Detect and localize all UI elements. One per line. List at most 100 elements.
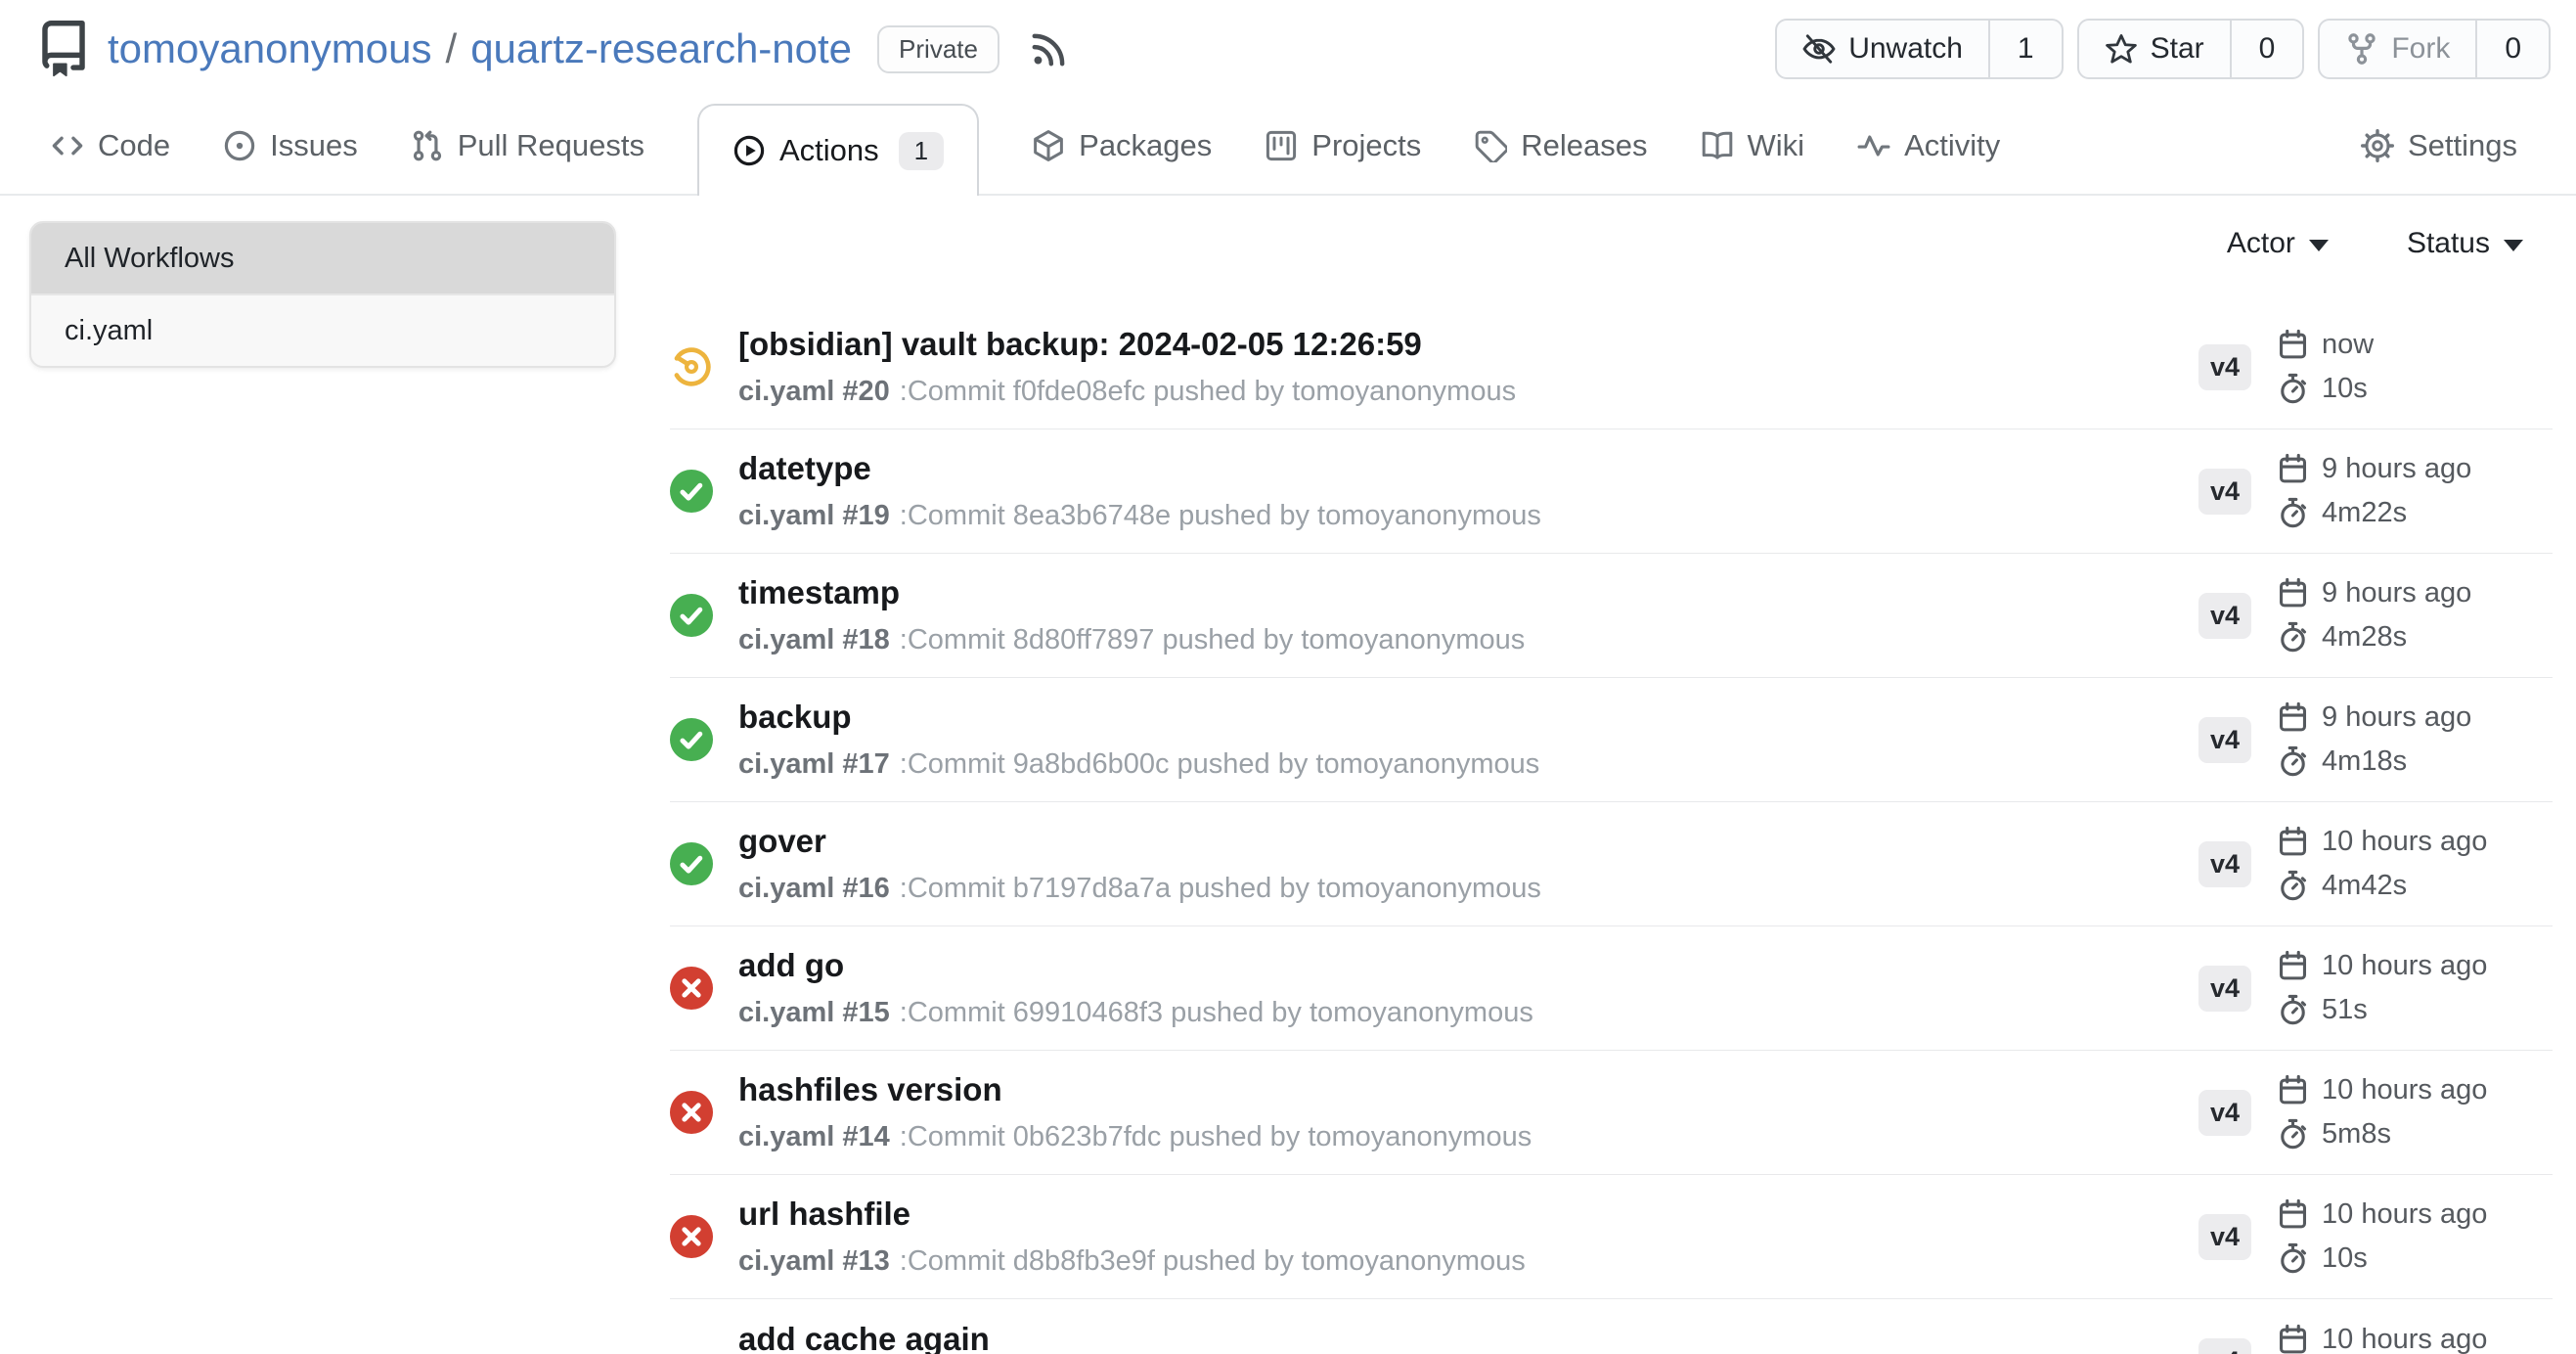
run-time: 9 hours ago (2322, 701, 2471, 734)
tab-settings[interactable]: Settings (2361, 128, 2517, 163)
stopwatch-icon (2277, 1242, 2309, 1275)
tab-label: Wiki (1748, 128, 1805, 163)
run-status-icon (670, 470, 713, 513)
run-duration: 10s (2322, 1242, 2368, 1275)
run-time-column: 10 hours ago 10s (2277, 1198, 2487, 1275)
run-title-link[interactable]: gover (738, 822, 2198, 861)
run-duration-line: 4m42s (2277, 870, 2487, 902)
fork-button[interactable]: Fork (2320, 21, 2475, 77)
tab-pull-requests[interactable]: Pull Requests (411, 128, 644, 163)
run-workflow-ref[interactable]: ci.yaml #18 (738, 624, 890, 655)
calendar-icon (2277, 1074, 2309, 1106)
run-status-icon (670, 345, 713, 388)
repo-name-link[interactable]: quartz-research-note (470, 25, 852, 72)
run-workflow-ref[interactable]: ci.yaml #13 (738, 1245, 890, 1277)
stars-count[interactable]: 0 (2230, 21, 2303, 77)
run-duration: 4m18s (2322, 745, 2407, 778)
run-duration-line: 4m22s (2277, 497, 2471, 529)
tab-packages[interactable]: Packages (1032, 128, 1212, 163)
private-badge: Private (877, 25, 999, 73)
run-started-line: 10 hours ago (2277, 1074, 2487, 1106)
forks-count[interactable]: 0 (2475, 21, 2549, 77)
run-meta: v4 10 hours ago (2198, 1324, 2553, 1354)
run-duration: 4m42s (2322, 870, 2407, 902)
workflow-run-row[interactable]: gover ci.yaml #16:Commit b7197d8a7a push… (670, 802, 2553, 926)
repo-owner-link[interactable]: tomoyanonymous (108, 25, 432, 72)
run-duration-line: 4m18s (2277, 745, 2471, 778)
sidebar-item-ci-yaml[interactable]: ci.yaml (31, 293, 614, 366)
run-time: 10 hours ago (2322, 1324, 2487, 1354)
version-badge: v4 (2198, 841, 2251, 887)
status-filter-dropdown[interactable]: Status (2407, 227, 2523, 260)
run-text: add cache again (738, 1320, 2198, 1354)
workflow-run-row[interactable]: url hashfile ci.yaml #13:Commit d8b8fb3e… (670, 1175, 2553, 1299)
run-title-link[interactable]: datetype (738, 449, 2198, 488)
fork-label: Fork (2391, 32, 2450, 66)
workflow-run-row[interactable]: timestamp ci.yaml #18:Commit 8d80ff7897 … (670, 554, 2553, 678)
run-title-link[interactable]: backup (738, 698, 2198, 737)
run-started-line: 9 hours ago (2277, 453, 2471, 485)
tab-activity[interactable]: Activity (1857, 128, 2000, 163)
github-actions-page: tomoyanonymous / quartz-research-note Pr… (0, 0, 2576, 1354)
run-meta: v4 9 hours ago 4m22s (2198, 453, 2553, 529)
star-label: Star (2151, 32, 2204, 66)
run-meta: v4 10 hours ago 51s (2198, 950, 2553, 1026)
calendar-icon (2277, 950, 2309, 982)
workflow-run-row[interactable]: hashfiles version ci.yaml #14:Commit 0b6… (670, 1051, 2553, 1175)
tab-projects[interactable]: Projects (1265, 128, 1421, 163)
run-workflow-ref[interactable]: ci.yaml #20 (738, 376, 890, 407)
run-workflow-ref[interactable]: ci.yaml #15 (738, 997, 890, 1028)
run-time: 10 hours ago (2322, 950, 2487, 982)
star-button[interactable]: Star (2079, 21, 2230, 77)
tab-label: Settings (2408, 128, 2517, 163)
workflow-run-row[interactable]: add cache again v4 10 hours ago (670, 1299, 2553, 1354)
tab-issues[interactable]: Pull Requests Issues (223, 128, 358, 163)
play-circle-icon (733, 134, 766, 167)
run-subtitle: ci.yaml #18:Commit 8d80ff7897 pushed by … (738, 622, 2198, 657)
tab-actions[interactable]: Actions 1 (697, 104, 979, 196)
run-time-column: 9 hours ago 4m18s (2277, 701, 2471, 778)
run-meta: v4 9 hours ago 4m28s (2198, 577, 2553, 654)
run-workflow-ref[interactable]: ci.yaml #17 (738, 748, 890, 780)
run-workflow-ref[interactable]: ci.yaml #16 (738, 873, 890, 904)
tab-wiki[interactable]: Wiki (1701, 128, 1805, 163)
workflow-run-row[interactable]: add go ci.yaml #15:Commit 69910468f3 pus… (670, 926, 2553, 1051)
sidebar-item-all-workflows[interactable]: All Workflows (31, 223, 614, 293)
unwatch-button[interactable]: Unwatch (1777, 21, 1988, 77)
run-workflow-ref[interactable]: ci.yaml #19 (738, 500, 890, 531)
workflow-run-row[interactable]: datetype ci.yaml #19:Commit 8ea3b6748e p… (670, 429, 2553, 554)
version-badge: v4 (2198, 1090, 2251, 1136)
run-text: add go ci.yaml #15:Commit 69910468f3 pus… (738, 946, 2198, 1030)
run-title-link[interactable]: timestamp (738, 573, 2198, 612)
run-workflow-ref[interactable]: ci.yaml #14 (738, 1121, 890, 1152)
run-status-icon (670, 594, 713, 637)
stopwatch-icon (2277, 745, 2309, 778)
run-title-link[interactable]: url hashfile (738, 1195, 2198, 1234)
actor-filter-dropdown[interactable]: Actor (2227, 227, 2329, 260)
run-commit-text: :Commit f0fde08efc pushed by tomoyanonym… (900, 376, 1516, 407)
run-meta: v4 10 hours ago 4m42s (2198, 826, 2553, 902)
tab-releases[interactable]: Releases (1474, 128, 1647, 163)
run-title-link[interactable]: [obsidian] vault backup: 2024-02-05 12:2… (738, 325, 2198, 364)
run-text: hashfiles version ci.yaml #14:Commit 0b6… (738, 1070, 2198, 1154)
run-meta: v4 9 hours ago 4m18s (2198, 701, 2553, 778)
run-title-link[interactable]: add go (738, 946, 2198, 985)
watchers-count[interactable]: 1 (1988, 21, 2062, 77)
run-started-line: now (2277, 329, 2374, 361)
tab-label: Releases (1521, 128, 1647, 163)
fork-icon (2345, 32, 2378, 66)
workflow-run-row[interactable]: [obsidian] vault backup: 2024-02-05 12:2… (670, 305, 2553, 429)
version-badge: v4 (2198, 1214, 2251, 1260)
project-board-icon (1265, 129, 1298, 162)
tab-label: Code (98, 128, 170, 163)
eye-closed-icon (1802, 32, 1836, 66)
failure-icon (670, 967, 713, 1010)
run-started-line: 9 hours ago (2277, 701, 2471, 734)
run-text: datetype ci.yaml #19:Commit 8ea3b6748e p… (738, 449, 2198, 533)
tab-code[interactable]: Code (51, 128, 170, 163)
stopwatch-icon (2277, 497, 2309, 529)
rss-feed-icon[interactable] (1029, 28, 1070, 69)
workflow-run-row[interactable]: backup ci.yaml #17:Commit 9a8bd6b00c pus… (670, 678, 2553, 802)
run-title-link[interactable]: add cache again (738, 1320, 2198, 1354)
run-title-link[interactable]: hashfiles version (738, 1070, 2198, 1109)
